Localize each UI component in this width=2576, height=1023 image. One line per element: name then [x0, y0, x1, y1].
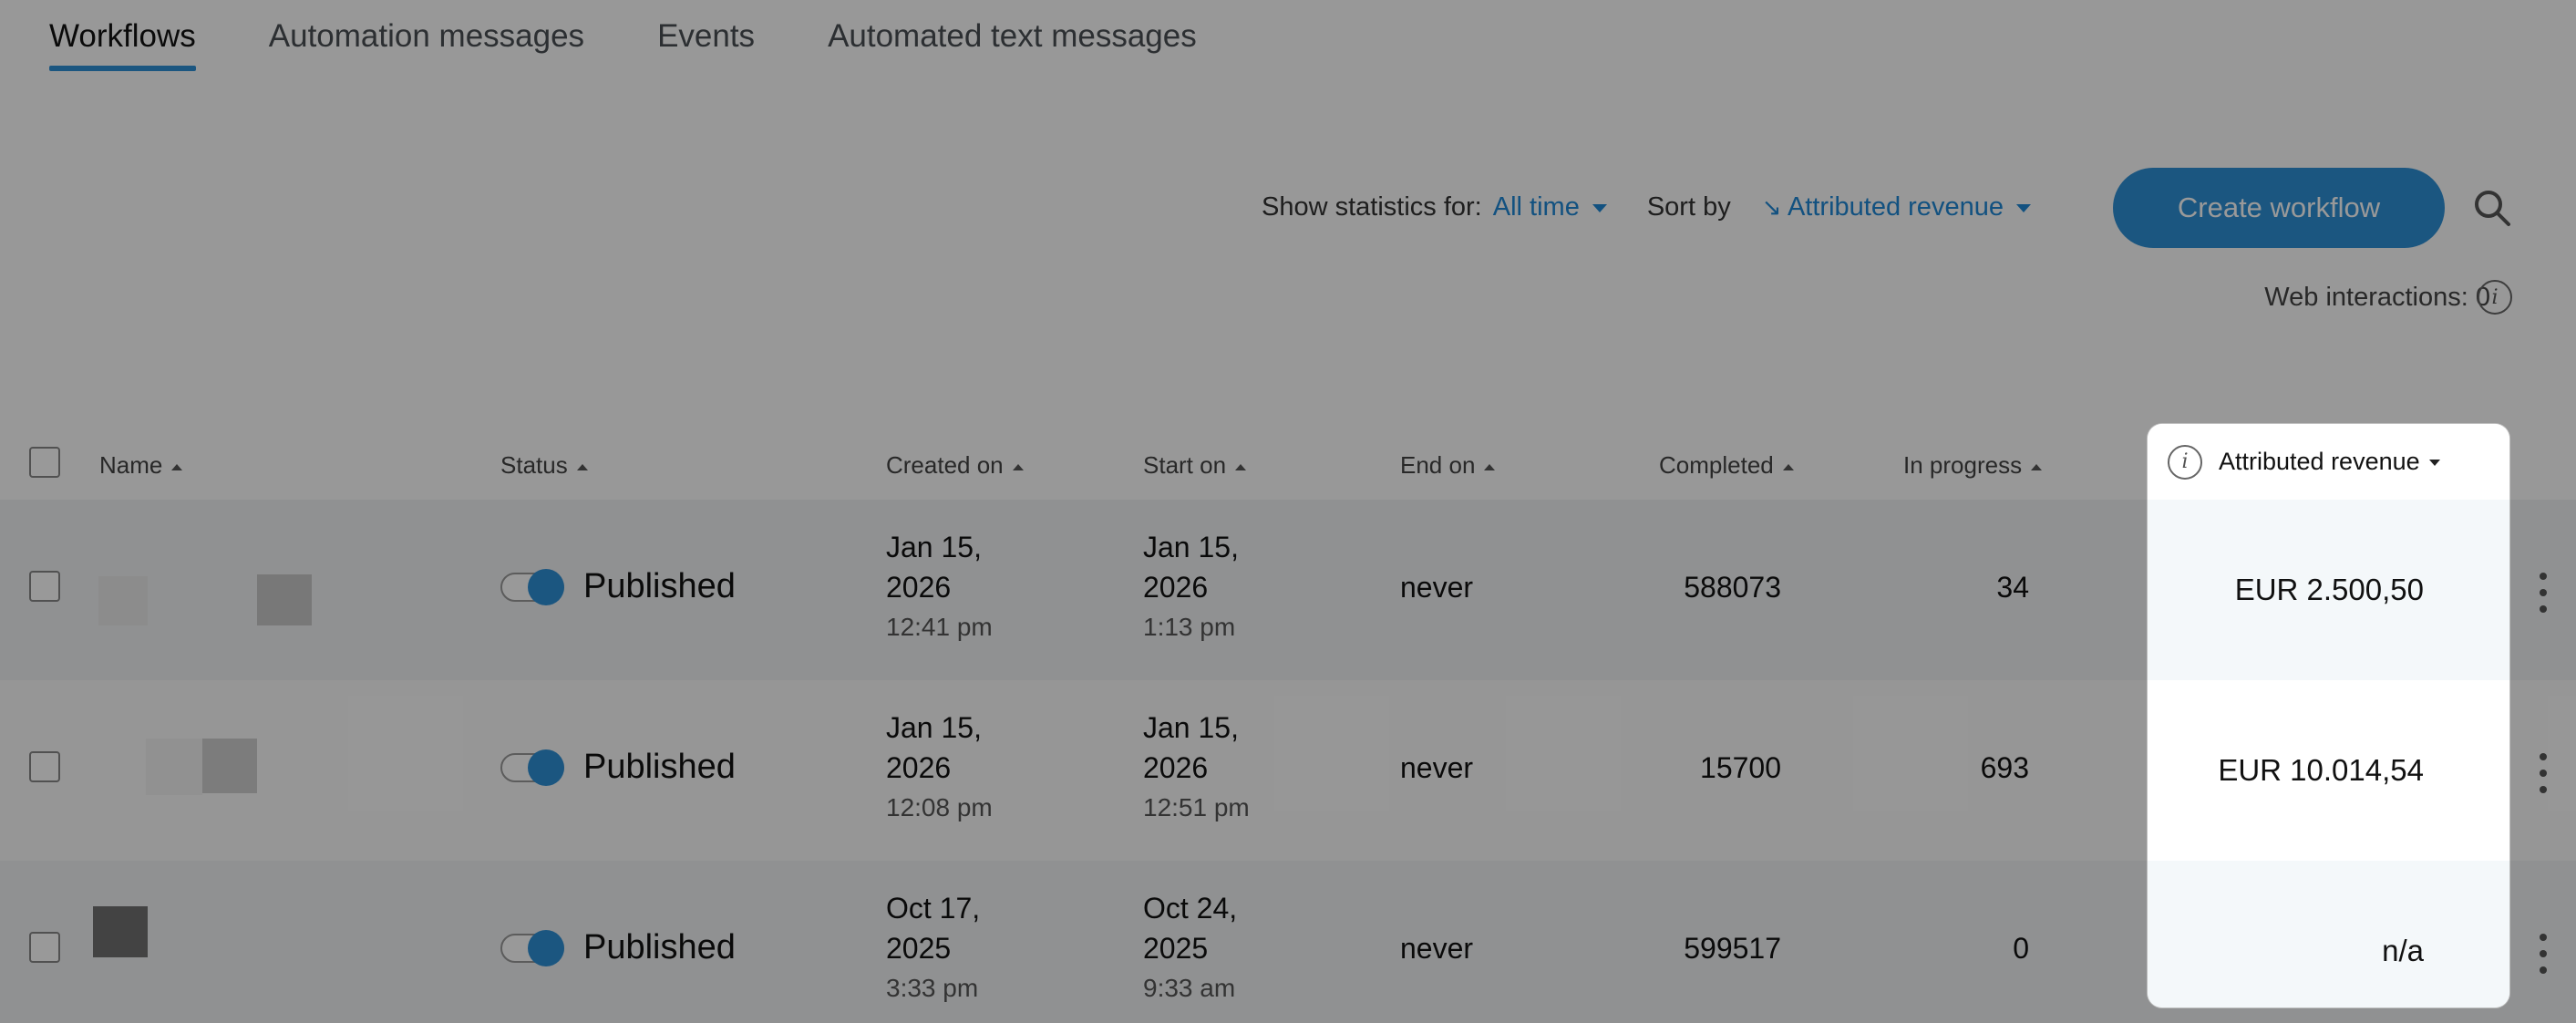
tab-automated-text-messages[interactable]: Automated text messages — [828, 18, 1197, 71]
chevron-down-icon — [2428, 460, 2440, 467]
created-on-cell: Oct 17, 2025 3:33 pm — [886, 892, 981, 1002]
column-header-end-on[interactable]: End on — [1400, 451, 1496, 480]
in-progress-cell: 34 — [1996, 571, 2029, 604]
info-icon[interactable]: i — [2168, 444, 2202, 480]
tab-workflows[interactable]: Workflows — [49, 18, 196, 71]
row-checkbox[interactable] — [29, 571, 60, 602]
status-toggle[interactable] — [500, 930, 564, 966]
search-icon[interactable] — [2472, 188, 2512, 228]
column-header-created-on[interactable]: Created on — [886, 451, 1024, 480]
select-all-checkbox[interactable] — [29, 447, 60, 478]
column-header-status[interactable]: Status — [500, 451, 588, 480]
end-on-cell: never — [1400, 932, 1474, 965]
start-on-cell: Oct 24, 2025 9:33 am — [1143, 892, 1238, 1002]
attributed-revenue-column: i Attributed revenue EUR 2.500,50 EUR 10… — [2148, 424, 2509, 1008]
row-checkbox[interactable] — [29, 932, 60, 963]
status-text: Published — [583, 748, 736, 786]
row-checkbox[interactable] — [29, 751, 60, 782]
stats-period-value: All time — [1492, 192, 1580, 222]
workflow-thumbnail — [202, 739, 257, 793]
sort-direction-icon: ↘ — [1761, 193, 1782, 221]
created-on-cell: Jan 15, 2026 12:41 pm — [886, 531, 993, 641]
revenue-cell: n/a — [2148, 861, 2509, 1008]
workflow-thumbnail — [93, 906, 148, 957]
chevron-down-icon — [1592, 203, 1607, 212]
toolbar: Show statistics for: All time Sort by ↘ … — [1262, 192, 2031, 222]
start-on-cell: Jan 15, 2026 1:13 pm — [1143, 531, 1239, 641]
in-progress-cell: 693 — [1980, 751, 2029, 784]
status-text: Published — [583, 567, 736, 605]
column-header-attributed-revenue[interactable]: i Attributed revenue — [2148, 424, 2509, 500]
workflow-thumbnail — [98, 576, 148, 625]
info-icon[interactable]: i — [2478, 280, 2512, 315]
row-menu-icon[interactable] — [2530, 571, 2557, 616]
tab-automation-messages[interactable]: Automation messages — [269, 18, 584, 71]
column-header-start-on[interactable]: Start on — [1143, 451, 1247, 480]
attributed-revenue-sort[interactable]: Attributed revenue — [2219, 448, 2440, 476]
tab-bar: Workflows Automation messages Events Aut… — [49, 18, 1197, 71]
completed-cell: 599517 — [1684, 932, 1781, 965]
created-on-cell: Jan 15, 2026 12:08 pm — [886, 711, 993, 822]
create-workflow-button[interactable]: Create workflow — [2113, 168, 2445, 248]
workflow-thumbnail — [257, 574, 312, 625]
tab-events[interactable]: Events — [657, 18, 755, 71]
in-progress-cell: 0 — [2013, 932, 2029, 965]
status-toggle[interactable] — [500, 749, 564, 786]
column-header-in-progress[interactable]: In progress — [1903, 451, 2043, 480]
sort-label: Sort by — [1646, 192, 1731, 222]
start-on-cell: Jan 15, 2026 12:51 pm — [1143, 711, 1250, 822]
stats-period-dropdown[interactable]: All time — [1493, 192, 1607, 222]
status-toggle[interactable] — [500, 569, 564, 605]
completed-cell: 15700 — [1700, 751, 1781, 784]
column-header-completed[interactable]: Completed — [1659, 451, 1794, 480]
row-menu-icon[interactable] — [2530, 751, 2557, 797]
workflow-thumbnail — [146, 739, 202, 795]
column-header-name[interactable]: Name — [99, 451, 183, 480]
end-on-cell: never — [1400, 571, 1474, 604]
stats-label: Show statistics for: — [1262, 192, 1482, 222]
row-menu-icon[interactable] — [2530, 932, 2557, 977]
status-text: Published — [583, 928, 736, 966]
end-on-cell: never — [1400, 751, 1474, 784]
revenue-cell: EUR 10.014,54 — [2148, 680, 2509, 861]
web-interactions-count: Web interactions: 0 — [2264, 283, 2490, 312]
revenue-cell: EUR 2.500,50 — [2148, 500, 2509, 680]
chevron-down-icon — [2015, 203, 2031, 212]
completed-cell: 588073 — [1684, 571, 1781, 604]
sort-dropdown[interactable]: ↘ Attributed revenue — [1742, 192, 2031, 222]
sort-value: Attributed revenue — [1787, 192, 2004, 222]
